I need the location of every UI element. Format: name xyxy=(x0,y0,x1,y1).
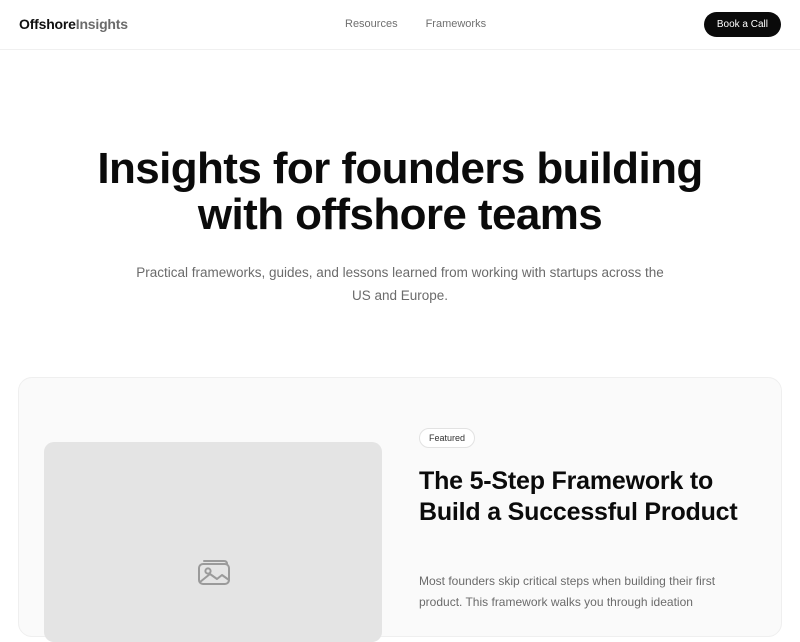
hero-title: Insights for founders building with offs… xyxy=(0,146,800,238)
main-nav: Resources Frameworks xyxy=(345,17,486,31)
featured-badge: Featured xyxy=(419,428,476,448)
logo-secondary-text: Insights xyxy=(75,16,128,32)
image-icon xyxy=(198,560,230,585)
hero-subtitle: Practical frameworks, guides, and lesson… xyxy=(136,265,664,303)
featured-post-title[interactable]: The 5-Step Framework to Build a Successf… xyxy=(419,466,759,528)
hero-title-line-2: with offshore teams xyxy=(197,190,603,239)
book-a-call-button[interactable]: Book a Call xyxy=(703,12,781,37)
featured-post-card[interactable]: Featured The 5-Step Framework to Build a… xyxy=(18,377,782,642)
nav-link-frameworks[interactable]: Frameworks xyxy=(426,17,487,31)
nav-link-resources[interactable]: Resources xyxy=(345,17,398,31)
logo-primary-text: Offshore xyxy=(19,16,76,32)
featured-post-excerpt: Most founders skip critical steps when b… xyxy=(419,574,716,609)
site-logo[interactable]: OffshoreInsights xyxy=(19,16,128,33)
hero-section: Insights for founders building with offs… xyxy=(0,146,800,307)
site-header: OffshoreInsights Resources Frameworks Bo… xyxy=(0,0,800,50)
hero-title-line-1: Insights for founders building xyxy=(97,144,703,193)
featured-post-thumbnail[interactable] xyxy=(44,442,382,642)
